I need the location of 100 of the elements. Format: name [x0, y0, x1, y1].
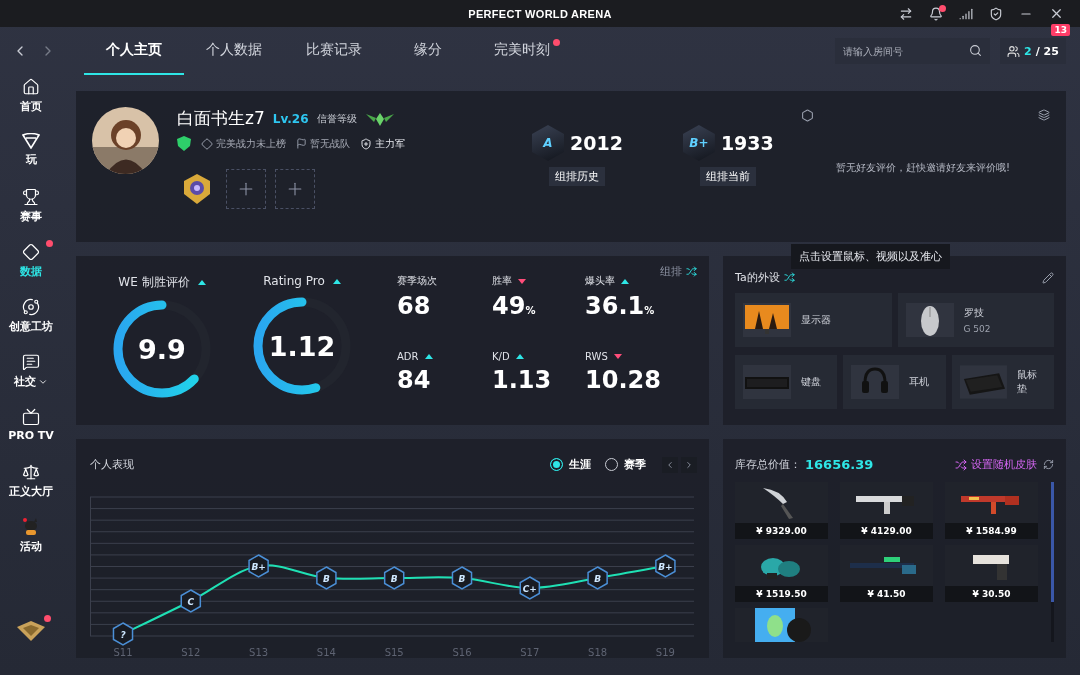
edit-icon[interactable]	[1042, 271, 1054, 284]
item-price: ¥ 4129.00	[840, 523, 933, 539]
axis-label: S19	[655, 647, 675, 658]
metric-label: K/D	[492, 351, 585, 362]
rank-label: 组排历史	[549, 167, 606, 186]
axis-label: S18	[588, 647, 608, 658]
close-icon[interactable]	[1049, 6, 1064, 21]
random-skin-button[interactable]: 设置随机皮肤	[955, 457, 1037, 472]
tag-text: 主力军	[375, 136, 405, 151]
metric-value: 36.1%	[585, 292, 656, 320]
inventory-item[interactable]: ¥ 1519.50	[735, 545, 828, 602]
sidebar-item[interactable]: 正义大厅	[1, 462, 61, 517]
planet-icon	[22, 298, 40, 316]
window-title: PERFECT WORLD ARENA	[468, 7, 612, 20]
shuffle-icon	[955, 458, 967, 471]
bell-icon[interactable]	[929, 6, 943, 21]
metric-value: 49%	[492, 292, 537, 320]
sidebar-item[interactable]: 活动	[1, 517, 61, 572]
axis-label: S13	[249, 647, 269, 658]
tv-icon	[22, 408, 40, 426]
sidebar-item[interactable]: 首页	[1, 77, 61, 132]
axis-label: S14	[316, 647, 336, 658]
inventory-item[interactable]: ¥ 30.50	[945, 545, 1038, 602]
scale-icon	[22, 463, 40, 481]
inventory-item[interactable]: ¥ 1584.99	[945, 482, 1038, 539]
trophy-icon	[22, 188, 40, 206]
hexagon-icon[interactable]	[801, 109, 814, 122]
item-price: ¥ 9329.00	[735, 523, 828, 539]
radio-option[interactable]: 生涯	[550, 457, 591, 473]
credit-label: 信誉等级	[316, 111, 357, 126]
sidebar-item[interactable]: 创意工坊	[1, 297, 61, 352]
count-badge: 13	[1051, 24, 1070, 36]
rank-score: 1933	[720, 132, 774, 154]
inventory-item[interactable]: ¥ 41.50	[840, 545, 933, 602]
tag-text: 暂无战队	[310, 136, 350, 151]
search-icon[interactable]	[969, 44, 982, 57]
mode-toggle[interactable]: 组排	[660, 264, 697, 279]
metric-value: 1.13	[492, 366, 553, 394]
peripheral-card[interactable]: 耳机	[843, 355, 946, 409]
rank-marker: C+	[519, 576, 541, 601]
flag-icon	[296, 138, 307, 149]
peripheral-card[interactable]: 鼠标垫	[951, 355, 1054, 409]
item-price: ¥ 1584.99	[945, 523, 1038, 539]
rank-badge: A	[532, 125, 564, 161]
metric-label: 胜率	[492, 274, 585, 288]
peripheral-name: 键盘	[801, 375, 821, 389]
axis-label: S15	[384, 647, 404, 658]
nav-tab[interactable]: 比赛记录	[284, 27, 384, 75]
metric-value: 10.28	[585, 366, 662, 394]
gauge-value: 9.9	[138, 333, 186, 365]
peripheral-card[interactable]: 键盘	[735, 355, 838, 409]
sidebar-item[interactable]: 社交	[1, 352, 61, 407]
player-name: 白面书生z7	[177, 107, 265, 130]
nav-tab[interactable]: 完美时刻	[472, 27, 572, 75]
radio-option[interactable]: 赛季	[605, 457, 646, 473]
metric-label: ADR	[397, 351, 492, 362]
metric-label: 赛季场次	[397, 274, 438, 288]
item-price: ¥ 30.50	[945, 586, 1038, 602]
peripheral-name: 耳机	[909, 375, 930, 389]
metric-value: 68	[397, 292, 432, 320]
peripheral-model: G 502	[963, 324, 991, 334]
peripheral-name: 罗技	[963, 306, 985, 320]
peripheral-name: 鼠标垫	[1016, 368, 1038, 396]
nav-tab[interactable]: 个人数据	[184, 27, 284, 75]
friend-review-text: 暂无好友评价，赶快邀请好友来评价哦!	[836, 161, 1010, 175]
inventory-label: 库存总价值：	[735, 457, 801, 472]
users-icon	[1007, 44, 1021, 58]
peripheral-name: 显示器	[801, 313, 831, 327]
shuffle-icon	[686, 266, 697, 277]
swap-icon[interactable]	[899, 6, 913, 21]
gauge-label: WE 制胜评价	[118, 274, 206, 291]
diamond-logo-icon[interactable]	[17, 621, 45, 641]
shuffle-icon[interactable]	[783, 272, 795, 283]
refresh-icon[interactable]	[1043, 459, 1054, 470]
item-price: ¥ 41.50	[840, 586, 933, 602]
rank-marker: B	[316, 566, 337, 591]
rank-score: 2012	[570, 132, 623, 154]
rank-badge: B+	[682, 125, 715, 161]
chart-title: 个人表现	[90, 457, 134, 473]
axis-label: S12	[181, 647, 201, 658]
sidebar-item[interactable]: 数据	[1, 242, 61, 297]
rank-marker: ?	[112, 622, 134, 647]
sidebar-item[interactable]: PRO TV	[1, 407, 61, 462]
rank-marker: B	[383, 566, 405, 591]
peripheral-card[interactable]: 罗技 G 502	[897, 293, 1054, 347]
metric-value: 84	[397, 366, 432, 394]
sidebar-item[interactable]: 赛事	[1, 187, 61, 242]
diamond-icon	[201, 137, 213, 150]
search-field[interactable]: 请输入房间号	[835, 38, 990, 64]
layers-icon[interactable]	[1038, 109, 1050, 121]
peripheral-card[interactable]: 显示器	[735, 293, 892, 347]
tag-text: 完美战力未上榜	[216, 136, 286, 151]
inventory-item[interactable]: ¥ 9329.00	[735, 482, 828, 539]
nav-tab[interactable]: 个人主页	[84, 27, 184, 75]
diamond-icon	[22, 243, 40, 261]
sidebar-item[interactable]: 玩	[1, 132, 61, 187]
rank-marker: C	[180, 589, 202, 614]
inventory-item[interactable]: ¥ 4129.00	[840, 482, 933, 539]
gauge-value: 1.12	[268, 330, 336, 362]
nav-tab[interactable]: 缘分	[384, 27, 472, 75]
